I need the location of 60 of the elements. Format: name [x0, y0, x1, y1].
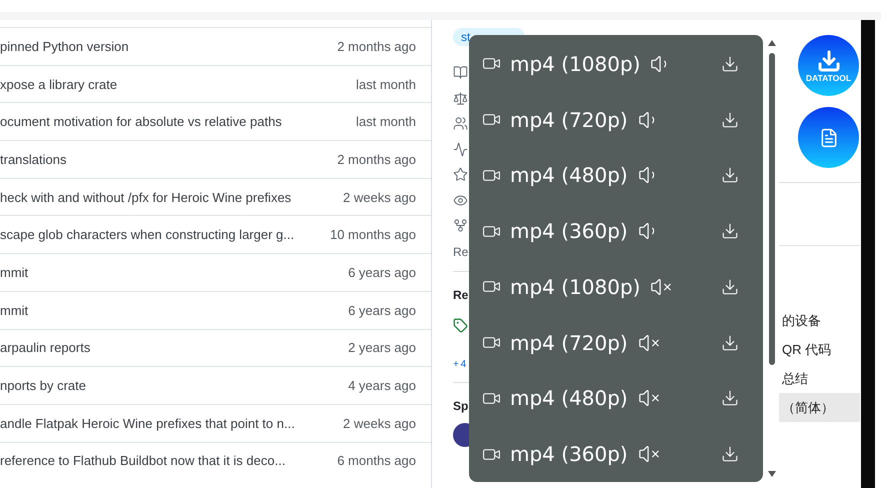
tag-icon	[453, 318, 468, 333]
commit-message[interactable]: scape glob characters when constructing larger g...	[0, 227, 294, 242]
menu-item[interactable]: QR 代码	[779, 335, 860, 364]
menu-item[interactable]: 的设备	[779, 306, 860, 335]
scroll-up-icon[interactable]	[768, 40, 776, 46]
download-button[interactable]	[721, 334, 739, 352]
commit-time: 2 years ago	[348, 340, 416, 356]
download-button[interactable]	[721, 166, 739, 184]
format-label[interactable]: mp4 (480p)	[510, 386, 628, 410]
commit-time: 6 months ago	[337, 453, 416, 468]
download-button[interactable]	[721, 389, 739, 408]
star-icon	[453, 167, 468, 182]
format-label[interactable]: mp4 (1080p)	[510, 274, 640, 299]
eye-icon	[453, 192, 468, 208]
download-icon	[816, 48, 840, 72]
format-label[interactable]: mp4 (720p)	[510, 330, 628, 355]
commit-message[interactable]: ocument motivation for absolute vs relative paths	[0, 114, 282, 130]
commit-time: last month	[356, 76, 416, 92]
commit-time: 6 years ago	[348, 302, 416, 318]
menu-item[interactable]: （简体）	[779, 393, 860, 422]
commit-message[interactable]: reference to Flathub Buildbot now that it is deco...	[0, 453, 286, 468]
download-button[interactable]	[721, 222, 739, 240]
commit-message[interactable]: translations	[0, 152, 66, 167]
sponsors-heading: Sp	[453, 399, 468, 413]
format-label[interactable]: mp4 (720p)	[510, 108, 628, 132]
download-button[interactable]	[721, 278, 739, 296]
activity-icon	[453, 142, 468, 156]
commit-time: 2 weeks ago	[343, 416, 416, 431]
download-button[interactable]	[721, 445, 739, 464]
book-icon	[453, 65, 468, 80]
commit-message[interactable]: mmit	[0, 264, 28, 280]
format-label[interactable]: mp4 (360p)	[510, 219, 628, 244]
commit-time: last month	[356, 114, 416, 130]
download-button[interactable]	[721, 54, 739, 73]
commit-message[interactable]: xpose a library crate	[0, 76, 118, 92]
scale-icon	[453, 90, 468, 106]
document-icon	[818, 128, 838, 148]
download-button[interactable]	[721, 110, 739, 129]
releases-heading: Re	[453, 288, 468, 302]
commit-message[interactable]: pinned Python version	[0, 38, 129, 54]
commit-time: 2 months ago	[337, 38, 416, 54]
people-icon	[453, 116, 468, 131]
more-link[interactable]: + 4	[453, 359, 466, 370]
commit-message[interactable]: arpaulin reports	[0, 340, 90, 356]
commit-time: 2 weeks ago	[343, 190, 416, 205]
commit-time: 2 months ago	[337, 152, 416, 167]
format-label[interactable]: mp4 (1080p)	[510, 52, 640, 76]
format-label[interactable]: mp4 (480p)	[510, 163, 628, 188]
commit-message[interactable]: heck with and without /pfx for Heroic Wine prefixes	[0, 190, 292, 205]
format-label[interactable]: mp4 (360p)	[510, 442, 628, 466]
readme-link[interactable]: Re	[453, 245, 468, 259]
scroll-down-icon[interactable]	[768, 471, 776, 477]
commit-time: 10 months ago	[330, 227, 416, 242]
commit-time: 4 years ago	[348, 378, 416, 394]
commit-message[interactable]: nports by crate	[0, 378, 86, 394]
commit-message[interactable]: mmit	[0, 302, 28, 318]
menu-item[interactable]: 总结	[779, 364, 860, 393]
fork-icon	[453, 218, 468, 233]
commit-time: 6 years ago	[348, 264, 416, 280]
commit-message[interactable]: andle Flatpak Heroic Wine prefixes that point to n...	[0, 416, 295, 431]
